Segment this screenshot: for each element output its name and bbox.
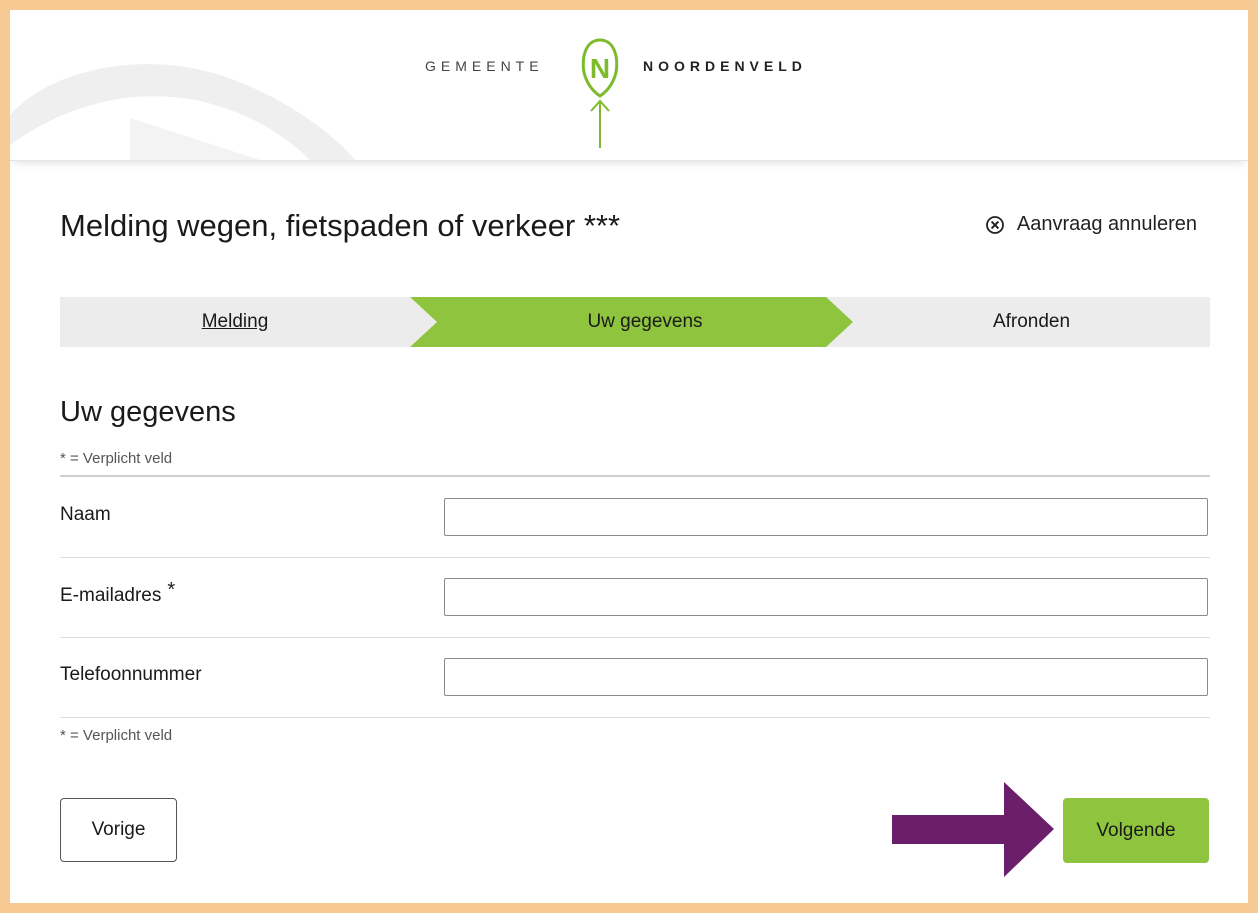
green-up-arrow-icon: [590, 99, 610, 148]
required-hint-bottom: * = Verplicht veld: [60, 727, 173, 744]
row-divider: [60, 557, 1210, 558]
page-frame: GEMEENTE N NOORDENVELD Melding wegen, fi…: [10, 10, 1248, 903]
step-melding[interactable]: Melding: [60, 297, 410, 347]
step-uw-gegevens: Uw gegevens: [587, 311, 703, 332]
naam-field[interactable]: [444, 498, 1208, 536]
site-header: GEMEENTE N NOORDENVELD: [10, 10, 1248, 161]
naam-label: Naam: [60, 504, 111, 525]
close-circle-icon: [985, 215, 1004, 234]
row-divider: [60, 717, 1210, 718]
cancel-label: Aanvraag annuleren: [1016, 213, 1197, 235]
brand-name: NOORDENVELD: [643, 58, 807, 74]
cancel-request-link[interactable]: Aanvraag annuleren: [985, 213, 1197, 236]
purple-right-arrow-icon: [892, 782, 1054, 877]
email-field[interactable]: [444, 578, 1208, 616]
email-label-text: E-mailadres: [60, 585, 162, 606]
previous-button[interactable]: Vorige: [60, 798, 177, 862]
page-title: Melding wegen, fietspaden of verkeer ***: [60, 208, 621, 243]
section-title: Uw gegevens: [60, 396, 236, 428]
form-divider: [60, 475, 1210, 477]
telefoon-label: Telefoonnummer: [60, 664, 202, 685]
brand-prefix: GEMEENTE: [425, 58, 544, 74]
required-marker: *: [167, 579, 176, 601]
telefoon-field[interactable]: [444, 658, 1208, 696]
header-swoosh-decoration: [10, 64, 355, 160]
email-label: E-mailadres *: [60, 579, 175, 607]
required-hint-top: * = Verplicht veld: [60, 450, 173, 467]
noordenveld-logo[interactable]: N: [575, 36, 625, 98]
step-afronden: Afronden: [992, 311, 1071, 332]
row-divider: [60, 637, 1210, 638]
next-button[interactable]: Volgende: [1063, 798, 1209, 863]
logo-letter: N: [590, 53, 610, 84]
step-indicator: Melding Uw gegevens Afronden: [60, 297, 1210, 347]
